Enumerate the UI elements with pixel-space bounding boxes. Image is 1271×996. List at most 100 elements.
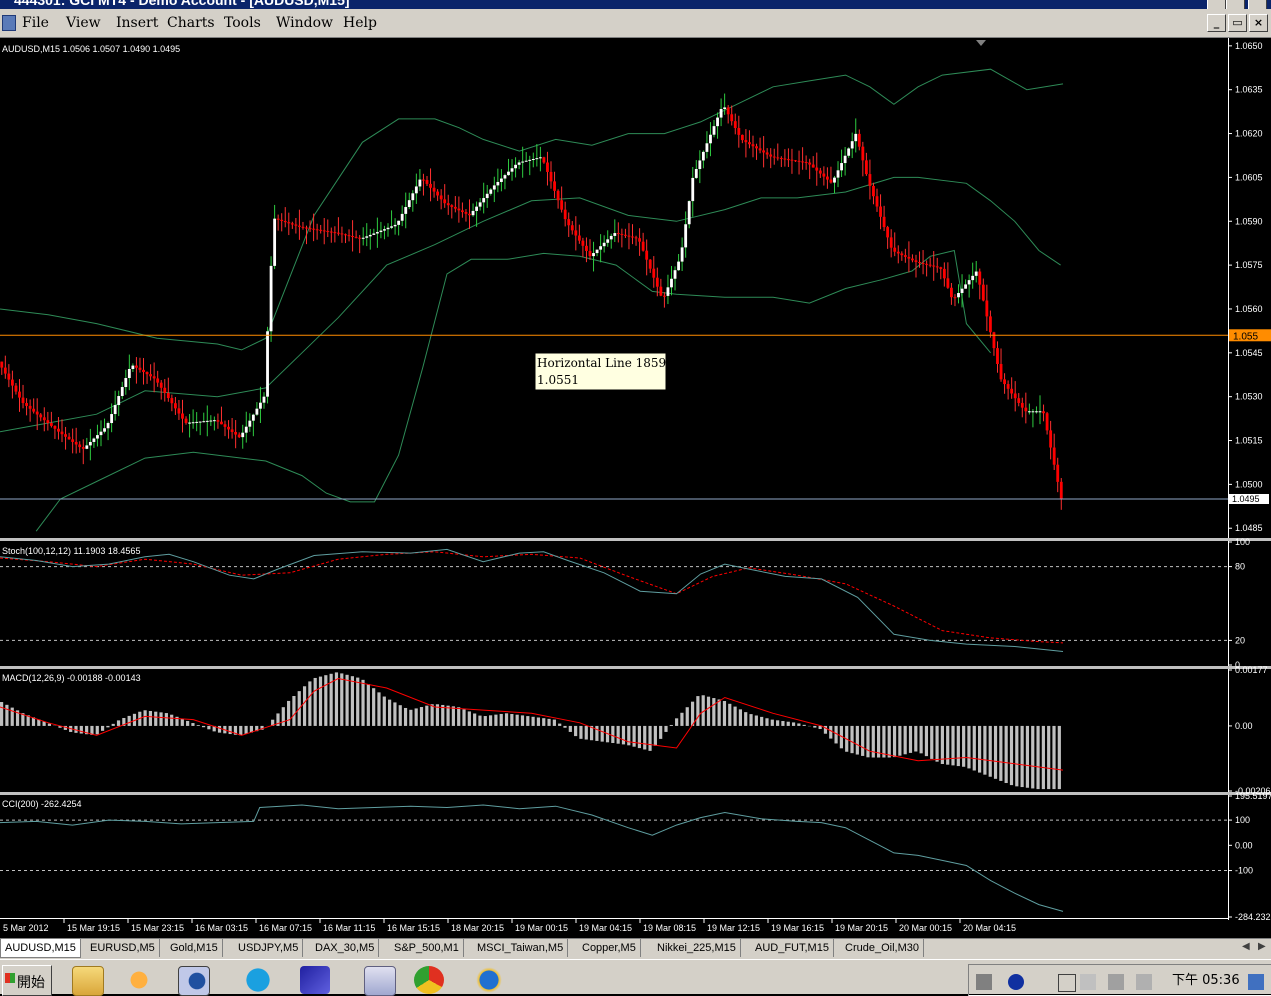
child-close-button[interactable]: × <box>1249 14 1268 32</box>
candle-body <box>241 433 244 437</box>
macd-histogram-bar <box>941 726 944 764</box>
cci-tick-label: -100 <box>1235 866 1253 876</box>
candle-body <box>146 372 149 374</box>
chart-window-icon[interactable] <box>2 15 16 31</box>
tab-aud-fut-m15[interactable]: AUD_FUT,M15 <box>751 939 834 957</box>
network-icon[interactable] <box>1108 974 1124 990</box>
tab-dax30-m5[interactable]: DAX_30,M5 <box>311 939 379 957</box>
candle-body <box>489 189 492 193</box>
chart-area[interactable]: 1.06501.06351.06201.06051.05901.05751.05… <box>0 38 1271 938</box>
macd-histogram-bar <box>563 726 566 728</box>
macd-histogram-bar <box>446 706 449 726</box>
internet-explorer-icon[interactable] <box>474 966 504 994</box>
title-maximize-button[interactable] <box>1226 0 1245 9</box>
desktop-icon[interactable] <box>1248 974 1264 990</box>
help-icon[interactable] <box>1008 974 1024 990</box>
candle-body <box>457 209 460 211</box>
macd-histogram-bar <box>144 710 147 726</box>
tab-gold-m15[interactable]: Gold,M15 <box>166 939 223 957</box>
candle-body <box>209 421 212 422</box>
candle-body <box>698 160 701 169</box>
macd-histogram-bar <box>957 726 960 766</box>
folder-icon[interactable] <box>72 966 104 996</box>
menu-insert[interactable]: Insert <box>116 15 158 31</box>
macd-histogram-bar <box>935 726 938 762</box>
tab-audusd-m15[interactable]: AUDUSD,M15 <box>0 939 81 958</box>
quick-launch-icon[interactable] <box>300 966 330 994</box>
candle-body <box>50 423 53 426</box>
tab-copper-m5[interactable]: Copper,M5 <box>578 939 641 957</box>
macd-histogram-bar <box>186 721 189 726</box>
candle-body <box>808 163 811 165</box>
keyboard-icon[interactable] <box>976 974 992 990</box>
tray-expand-icon[interactable] <box>1058 974 1076 992</box>
candle-body <box>25 403 28 406</box>
candle-body <box>890 237 893 247</box>
terminal-app-icon[interactable] <box>178 966 210 996</box>
price-tick-label: 1.0650 <box>1235 41 1263 51</box>
candle-body <box>1053 448 1056 465</box>
macd-histogram-bar <box>532 717 535 726</box>
tab-msci-taiwan-m5[interactable]: MSCI_Taiwan,M5 <box>473 939 568 957</box>
candle-body <box>178 408 181 413</box>
menu-window[interactable]: Window <box>276 15 333 31</box>
macd-histogram-bar <box>733 707 736 726</box>
candle-body <box>18 392 21 398</box>
skype-icon[interactable] <box>243 966 273 994</box>
candle-body <box>1000 364 1003 379</box>
tab-usdjpy-m5[interactable]: USDJPY,M5 <box>234 939 303 957</box>
cci-tick-label: 100 <box>1235 815 1250 825</box>
macd-histogram-bar <box>409 710 412 726</box>
menu-charts[interactable]: Charts <box>167 15 215 31</box>
start-button[interactable]: 開始 <box>2 965 52 996</box>
macd-histogram-bar <box>351 676 354 726</box>
macd-histogram-bar <box>765 718 768 726</box>
macd-histogram-bar <box>787 722 790 726</box>
macd-histogram-bar <box>0 702 3 726</box>
macd-histogram-bar <box>441 705 444 726</box>
tab-crude-oil-m30[interactable]: Crude_Oil,M30 <box>841 939 924 957</box>
candle-body <box>358 238 361 239</box>
title-close-button[interactable] <box>1248 0 1267 9</box>
candle-body <box>195 422 198 423</box>
candle-body <box>613 233 616 236</box>
tab-scroll-right-icon[interactable]: ▶ <box>1258 941 1266 952</box>
tab-eurusd-m5[interactable]: EURUSD,M5 <box>86 939 160 957</box>
candle-body <box>830 180 833 183</box>
menu-tools[interactable]: Tools <box>224 15 261 31</box>
macd-histogram-bar <box>314 678 317 726</box>
macd-histogram-bar <box>521 715 524 726</box>
candle-body <box>128 369 131 378</box>
macd-histogram-bar <box>633 726 636 747</box>
candle-body <box>107 423 110 428</box>
tab-nikkei225-m15[interactable]: Nikkei_225,M15 <box>653 939 741 957</box>
price-tick-label: 1.0635 <box>1235 85 1263 95</box>
child-restore-button[interactable]: ▭ <box>1228 14 1247 32</box>
candle-body <box>231 429 234 432</box>
chrome-icon[interactable] <box>414 966 444 994</box>
candle-body <box>543 157 546 162</box>
macd-histogram-bar <box>904 726 907 754</box>
volume-icon[interactable] <box>1136 974 1152 990</box>
candle-body <box>1060 482 1063 499</box>
clock[interactable]: 下午 05:36 <box>1172 969 1240 988</box>
title-minimize-button[interactable] <box>1207 0 1226 9</box>
child-minimize-button[interactable]: _ <box>1207 14 1226 32</box>
media-player-icon[interactable] <box>124 966 154 994</box>
menu-view[interactable]: View <box>66 15 101 31</box>
menu-help[interactable]: Help <box>343 15 377 31</box>
price-chart[interactable]: 1.06501.06351.06201.06051.05901.05751.05… <box>0 38 1271 938</box>
document-icon[interactable] <box>364 966 396 996</box>
tab-sp500-m1[interactable]: S&P_500,M1 <box>390 939 464 957</box>
macd-histogram-bar <box>553 720 556 726</box>
macd-histogram-bar <box>170 715 173 726</box>
flag-tray-icon[interactable] <box>1080 974 1096 990</box>
macd-histogram-bar <box>638 726 641 748</box>
candle-body <box>684 224 687 247</box>
menu-file[interactable]: File <box>22 15 49 31</box>
macd-histogram-bar <box>377 692 380 726</box>
time-axis-label: 19 Mar 04:15 <box>579 923 632 933</box>
time-axis-label: 16 Mar 07:15 <box>259 923 312 933</box>
candle-body <box>1039 411 1042 412</box>
tab-scroll-left-icon[interactable]: ◀ <box>1242 941 1250 952</box>
